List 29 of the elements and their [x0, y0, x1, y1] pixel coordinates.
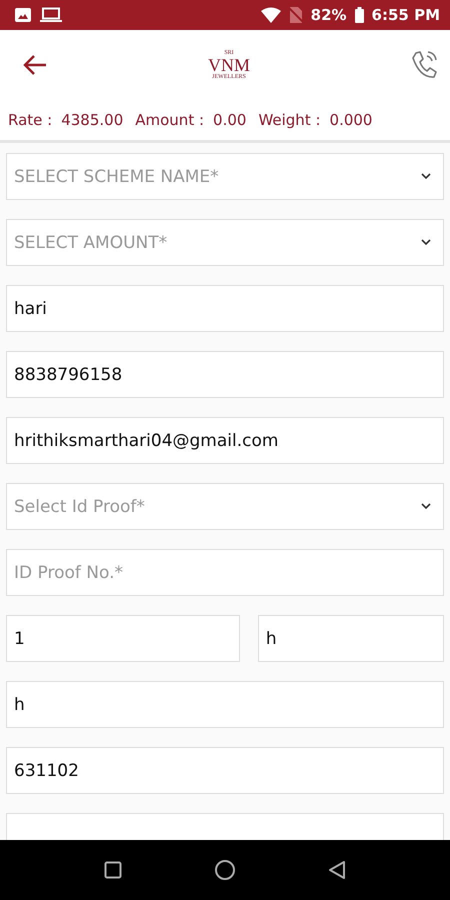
summary-value: 4385.00: [61, 111, 124, 129]
input-field[interactable]: 1: [6, 615, 240, 662]
caret-icon: [421, 239, 431, 246]
home-icon[interactable]: [214, 859, 236, 881]
input-field[interactable]: ID Proof No.*: [6, 549, 444, 596]
phone-icon[interactable]: [410, 50, 438, 80]
clock: 6:55 PM: [372, 6, 440, 24]
input-field[interactable]: h: [6, 681, 444, 728]
summary-label: Rate :: [8, 111, 52, 129]
summary-value: 0.000: [330, 111, 372, 129]
laptop-icon: [40, 7, 62, 23]
battery-icon: [354, 7, 364, 23]
input-field[interactable]: hrithiksmarthari04@gmail.com: [6, 417, 444, 464]
caret-icon: [421, 503, 431, 510]
input-field[interactable]: 631102: [6, 747, 444, 794]
caret-icon: [421, 173, 431, 180]
wifi-icon: [260, 7, 281, 23]
summary-value: 0.00: [213, 111, 246, 129]
input-field[interactable]: hari: [6, 285, 444, 332]
back-icon[interactable]: [22, 54, 48, 76]
input-field[interactable]: h: [258, 615, 444, 662]
input-field[interactable]: 8838796158: [6, 351, 444, 398]
summary-label: Amount :: [135, 111, 204, 129]
battery-level: 82%: [310, 6, 347, 24]
no-sim-icon: [288, 7, 303, 23]
recents-icon[interactable]: [104, 861, 122, 879]
summary-label: Weight :: [258, 111, 321, 129]
image-icon: [14, 7, 32, 23]
back-icon[interactable]: [328, 860, 346, 880]
